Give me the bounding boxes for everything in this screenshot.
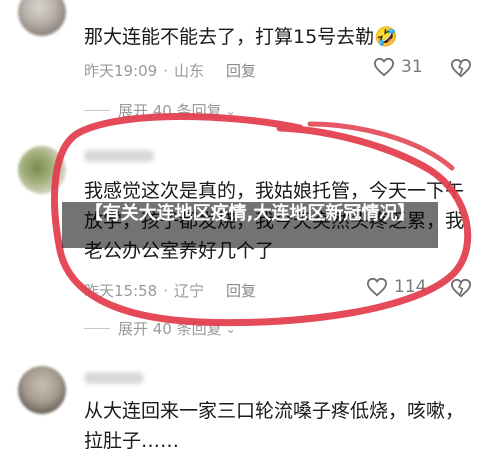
expand-label: 展开 40 条回复 [118, 320, 222, 338]
heart-icon [373, 57, 395, 77]
reply-button[interactable]: 回复 [226, 280, 256, 301]
reply-button[interactable]: 回复 [226, 60, 256, 81]
comment-location: 辽宁 [174, 282, 205, 300]
expand-line [84, 110, 110, 111]
caption-text: 【有关大连地区疫情,大连地区新冠情况】 [84, 203, 416, 224]
like-count: 31 [401, 57, 423, 77]
dislike-heart-icon[interactable] [450, 58, 472, 78]
like-count: 114 [394, 277, 427, 297]
comment-meta: 昨天19:09 · 山东 回复 [84, 60, 256, 81]
separator-dot: · [163, 61, 169, 80]
avatar[interactable] [18, 0, 66, 36]
expand-label: 展开 40 条回复 [118, 102, 222, 120]
like-button[interactable]: 31 [373, 57, 423, 77]
heart-icon [366, 277, 388, 297]
avatar[interactable] [18, 146, 66, 194]
expand-line [84, 328, 110, 329]
comment-time: 昨天19:09 [84, 62, 158, 80]
comment-text: 那大连能不能去了，打算15号去勒🤣 [84, 26, 398, 48]
like-button[interactable]: 114 [366, 277, 426, 297]
expand-replies[interactable]: 展开 40 条回复 ⌄ [84, 100, 236, 121]
username-blurred [84, 150, 154, 162]
chevron-down-icon: ⌄ [225, 103, 236, 118]
avatar[interactable] [18, 366, 66, 414]
dislike-heart-icon[interactable] [450, 278, 472, 298]
comment-location: 山东 [174, 62, 205, 80]
comment-time: 昨天15:58 [84, 282, 158, 300]
username-blurred [84, 372, 144, 384]
expand-replies[interactable]: 展开 40 条回复 ⌄ [84, 318, 236, 339]
comment-text: 从大连回来一家三口轮流嗓子疼低烧，咳嗽，拉肚子…… [84, 400, 465, 452]
separator-dot: · [163, 281, 169, 300]
chevron-down-icon: ⌄ [225, 321, 236, 336]
comment-meta: 昨天15:58 · 辽宁 回复 [84, 280, 256, 301]
